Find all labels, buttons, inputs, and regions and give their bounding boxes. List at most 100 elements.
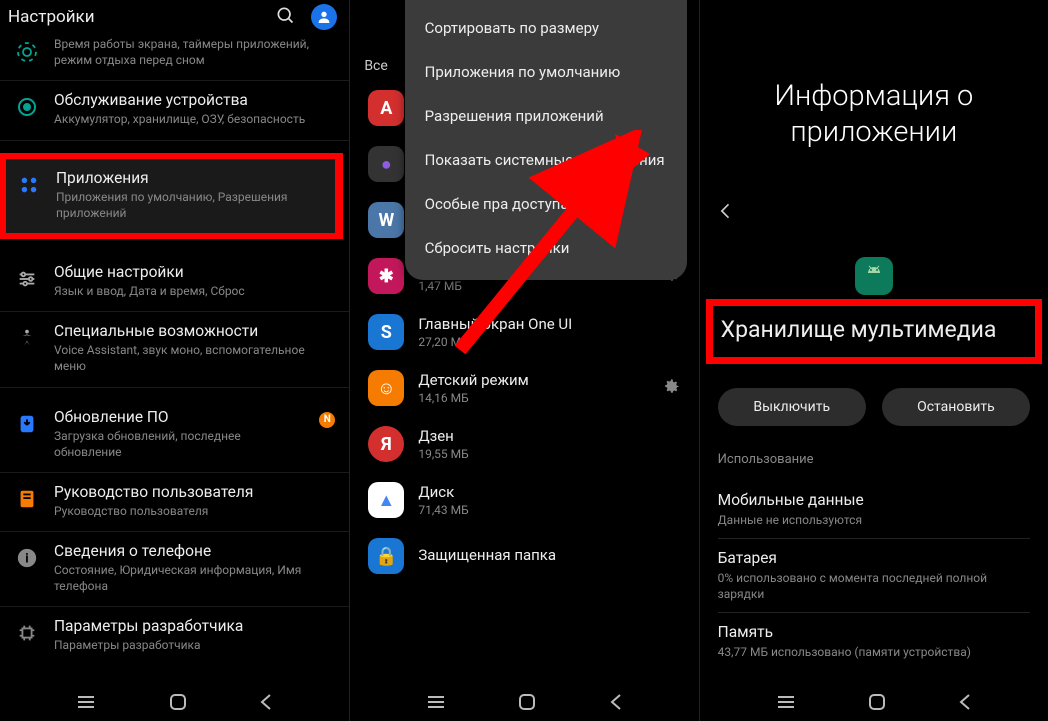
nav-home[interactable] (169, 693, 187, 711)
app-item[interactable]: Я Дзен 19,55 МБ (350, 416, 698, 472)
back-icon[interactable] (716, 206, 736, 225)
menu-item-4[interactable]: Особые пра доступа (405, 182, 687, 226)
disable-button[interactable]: Выключить (718, 388, 866, 426)
appinfo-name-box: Хранилище мультимедиа (706, 299, 1042, 364)
settings-item-desc: Загрузка обновлений, последнее обновлени… (54, 428, 305, 460)
app-item[interactable]: ▲ Диск 71,43 МБ (350, 472, 698, 528)
app-size: 19,55 МБ (418, 447, 680, 461)
nav-home[interactable] (868, 693, 886, 711)
apps-menu-dropdown: Сортировать по размеруПриложения по умол… (405, 0, 687, 280)
maintenance-icon (14, 94, 40, 120)
settings-screen: Настройки Время работы экрана, таймеры п… (0, 0, 349, 721)
app-size: 1,47 МБ (418, 279, 646, 293)
settings-item-label: Параметры разработчика (54, 617, 335, 635)
settings-item-desc: Voice Assistant, звук моно, вспомогатель… (54, 342, 335, 374)
sliders-icon (14, 266, 40, 292)
settings-item-general[interactable]: Общие настройки Язык и ввод, Дата и врем… (0, 253, 349, 312)
android-icon (855, 257, 893, 295)
usage-title: Память (718, 623, 1030, 641)
nav-back[interactable] (958, 693, 972, 711)
app-icon: ✱ (368, 258, 404, 294)
appinfo-screen: Информация о приложении Хранилище мульти… (699, 0, 1048, 721)
settings-item-label: Руководство пользователя (54, 483, 335, 501)
accessibility-icon (14, 325, 40, 351)
settings-item-accessibility[interactable]: Специальные возможности Voice Assistant,… (0, 312, 349, 387)
nav-home[interactable] (518, 693, 536, 711)
app-size: 27,20 МБ (418, 335, 680, 349)
app-icon: Я (368, 426, 404, 462)
settings-list: Время работы экрана, таймеры приложений,… (0, 34, 349, 666)
info-icon: i (14, 545, 40, 571)
usage-header: Использование (718, 452, 1030, 467)
settings-item-desc: Руководство пользователя (54, 503, 335, 519)
settings-item-developer[interactable]: Параметры разработчика Параметры разрабо… (0, 607, 349, 665)
menu-item-1[interactable]: Приложения по умолчанию (405, 50, 687, 94)
nav-back[interactable] (259, 693, 273, 711)
app-size: 14,16 МБ (418, 391, 646, 405)
usage-item[interactable]: Мобильные данные Данные не используются (718, 481, 1030, 538)
nav-bar (0, 683, 349, 721)
app-item[interactable]: ☺ Детский режим 14,16 МБ (350, 360, 698, 416)
nav-recent[interactable] (776, 695, 796, 709)
nav-recent[interactable] (426, 695, 446, 709)
appinfo-name: Хранилище мультимедиа (721, 316, 1025, 343)
settings-item-desc: Приложения по умолчанию, Разрешения прил… (56, 189, 325, 221)
usage-title: Мобильные данные (718, 491, 1030, 509)
settings-title: Настройки (8, 7, 95, 27)
app-icon: ▲ (368, 482, 404, 518)
settings-item-about[interactable]: i Сведения о телефоне Состояние, Юридиче… (0, 532, 349, 607)
settings-item-maintenance[interactable]: Обслуживание устройства Аккумулятор, хра… (0, 81, 349, 140)
dev-icon (14, 620, 40, 646)
search-icon[interactable] (275, 5, 295, 29)
settings-item-wellbeing[interactable]: Время работы экрана, таймеры приложений,… (0, 36, 349, 81)
settings-header: Настройки (0, 0, 349, 34)
settings-item-update[interactable]: Обновление ПО Загрузка обновлений, после… (0, 398, 349, 473)
app-name: Дзен (418, 427, 680, 445)
settings-item-label: Специальные возможности (54, 322, 335, 340)
nav-bar (700, 683, 1048, 721)
app-name: Защищенная папка (418, 546, 680, 564)
settings-item-desc: Состояние, Юридическая информация, Имя т… (54, 562, 335, 594)
settings-item-label: Общие настройки (54, 263, 335, 281)
menu-item-5[interactable]: Сбросить настройки (405, 226, 687, 270)
manual-icon (14, 486, 40, 512)
app-item[interactable]: SГлавный экран One UI27,20 МБ (350, 304, 698, 360)
menu-item-0[interactable]: Сортировать по размеру (405, 6, 687, 50)
settings-item-label: Обслуживание устройства (54, 91, 335, 109)
settings-item-desc: Язык и ввод, Дата и время, Сброс (54, 283, 335, 299)
menu-item-2[interactable]: Разрешения приложений (405, 94, 687, 138)
nav-recent[interactable] (76, 695, 96, 709)
appinfo-title: Информация о приложении (700, 0, 1048, 201)
settings-item-desc: Аккумулятор, хранилище, ОЗУ, безопасност… (54, 111, 335, 127)
stop-button[interactable]: Остановить (882, 388, 1030, 426)
apps-icon (16, 172, 42, 198)
settings-item-desc: Время работы экрана, таймеры приложений,… (54, 36, 335, 68)
settings-item-manual[interactable]: Руководство пользователя Руководство пол… (0, 473, 349, 532)
gear-icon[interactable] (661, 376, 681, 400)
usage-desc: Данные не используются (718, 512, 1030, 528)
app-icon: А (368, 90, 404, 126)
app-item[interactable]: 🔒 Защищенная папка (350, 528, 698, 584)
svg-text:i: i (25, 552, 28, 567)
usage-item[interactable]: Память 43,77 МБ использовано (памяти устр… (718, 612, 1030, 670)
nav-back[interactable] (609, 693, 623, 711)
settings-item-label: Обновление ПО (54, 408, 305, 426)
settings-item-label: Сведения о телефоне (54, 542, 335, 560)
app-icon: ● (368, 146, 404, 182)
app-name: Диск (418, 483, 680, 501)
menu-item-3[interactable]: Показать системные приложения (405, 138, 687, 182)
app-icon: 🔒 (368, 538, 404, 574)
update-badge: N (319, 412, 335, 428)
settings-item-label: Приложения (56, 169, 325, 187)
app-size: 71,43 МБ (418, 503, 680, 517)
clock-icon (14, 39, 40, 65)
app-name: Детский режим (418, 371, 646, 389)
settings-item-apps[interactable]: Приложения Приложения по умолчанию, Разр… (0, 153, 343, 239)
update-icon (14, 411, 40, 437)
usage-desc: 43,77 МБ использовано (памяти устройства… (718, 644, 1030, 660)
usage-title: Батарея (718, 549, 1030, 567)
app-icon: S (368, 314, 404, 350)
app-icon: ☺ (368, 370, 404, 406)
profile-icon[interactable] (311, 4, 337, 30)
usage-item[interactable]: Батарея0% использовано с момента последн… (718, 538, 1030, 612)
